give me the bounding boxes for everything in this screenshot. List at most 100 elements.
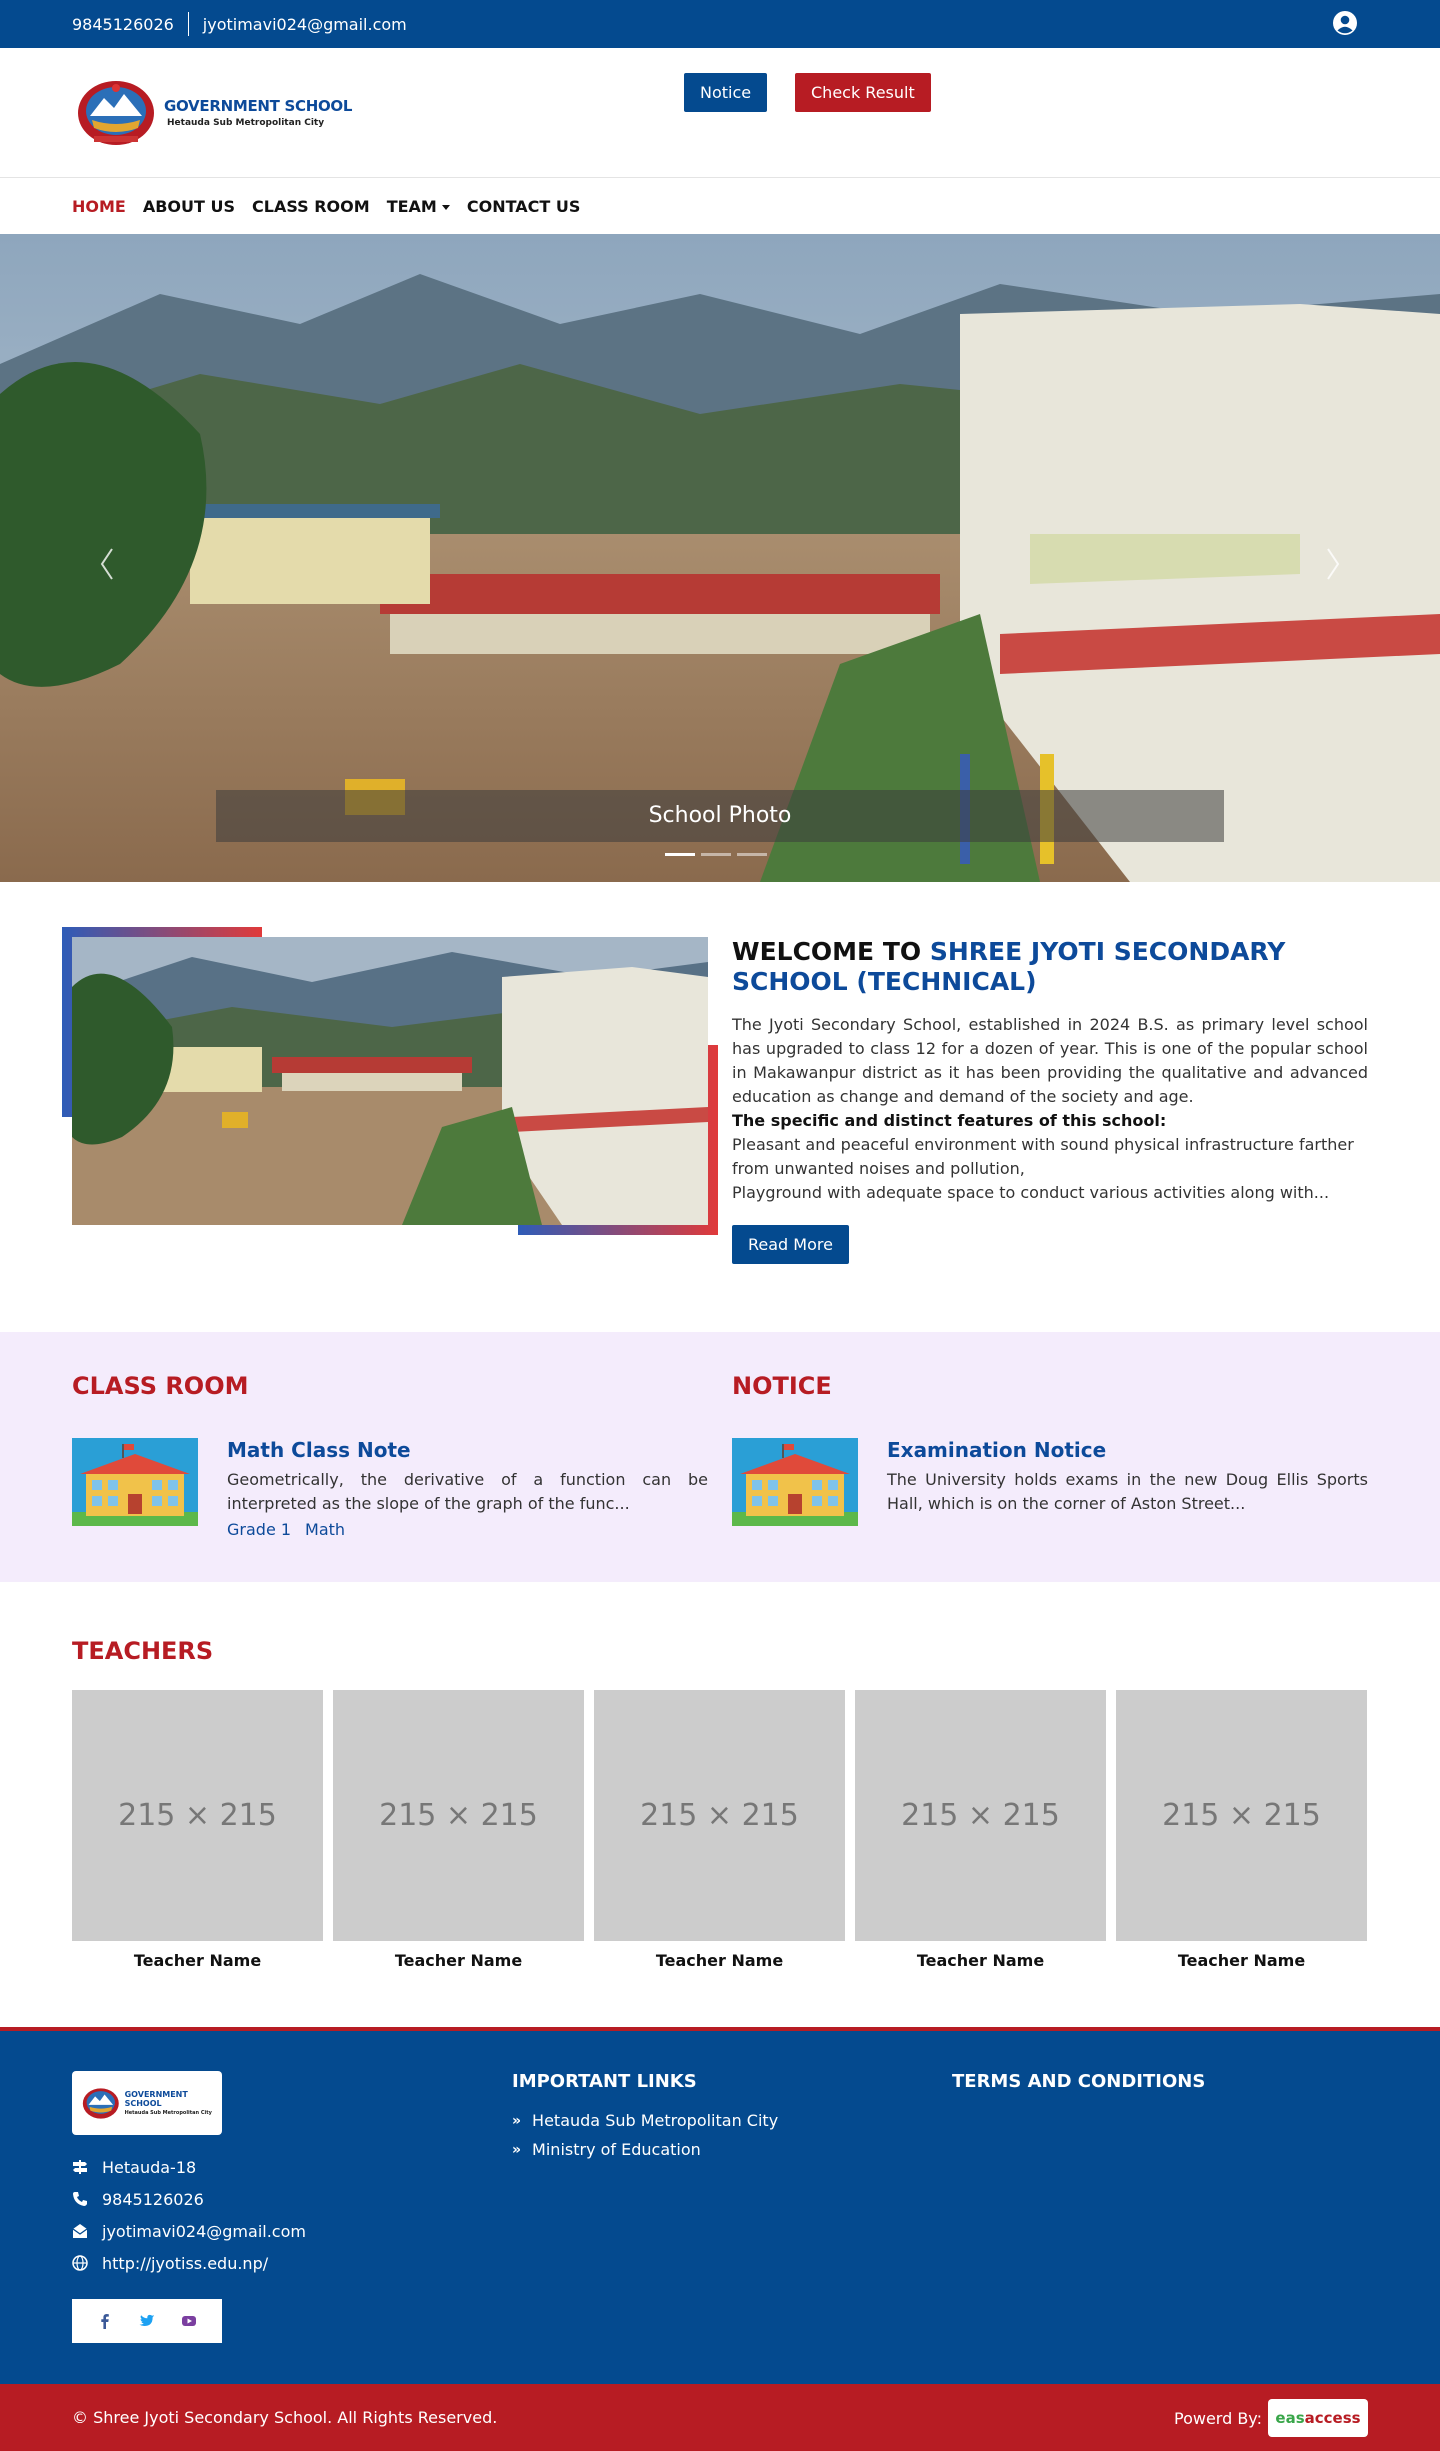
top-email[interactable]: jyotimavi024@gmail.com bbox=[203, 15, 407, 34]
top-phone[interactable]: 9845126026 bbox=[72, 15, 174, 34]
phone-row: 9845126026 bbox=[72, 2183, 306, 2215]
teacher-name: Teacher Name bbox=[133, 1951, 262, 1970]
notice-column: NOTICE Examination Notice The University… bbox=[732, 1372, 1368, 1526]
welcome-heading: WELCOME TO SHREE JYOTI SECONDARY SCHOOL … bbox=[732, 937, 1368, 997]
social-links bbox=[72, 2299, 222, 2343]
contact-info: Hetauda-18 9845126026 jyotimavi024@gmail… bbox=[72, 2151, 306, 2279]
carousel-prev-icon[interactable] bbox=[92, 539, 122, 589]
feature-item: Playground with adequate space to conduc… bbox=[732, 1183, 1330, 1202]
double-chevron-icon: » bbox=[512, 2141, 521, 2158]
welcome-section: WELCOME TO SHREE JYOTI SECONDARY SCHOOL … bbox=[0, 882, 1440, 1332]
welcome-intro: The Jyoti Secondary School, established … bbox=[732, 1015, 1368, 1106]
classroom-item-title[interactable]: Math Class Note bbox=[227, 1438, 708, 1462]
phone-text[interactable]: 9845126026 bbox=[102, 2190, 204, 2209]
facebook-icon[interactable] bbox=[97, 2313, 113, 2329]
teachers-row: 215 × 215 Teacher Name 215 × 215 Teacher… bbox=[72, 1690, 1367, 1970]
teacher-photo-placeholder: 215 × 215 bbox=[855, 1690, 1106, 1941]
important-links: IMPORTANT LINKS » Hetauda Sub Metropolita… bbox=[512, 2071, 778, 2164]
teacher-name: Teacher Name bbox=[1177, 1951, 1306, 1970]
nav-contact[interactable]: CONTACT US bbox=[467, 197, 581, 216]
nav-team-label: TEAM bbox=[386, 196, 437, 216]
copyright-text: © Shree Jyoti Secondary School. All Righ… bbox=[72, 2408, 498, 2427]
list-item[interactable]: Math Class Note Geometrically, the deriv… bbox=[72, 1438, 708, 1539]
teacher-photo-placeholder: 215 × 215 bbox=[1116, 1690, 1367, 1941]
notice-button[interactable]: Notice bbox=[684, 73, 768, 112]
subject-tag[interactable]: Math bbox=[305, 1520, 345, 1539]
teacher-card[interactable]: 215 × 215 Teacher Name bbox=[1116, 1690, 1367, 1970]
footer-link[interactable]: » Hetauda Sub Metropolitan City bbox=[512, 2106, 778, 2135]
address-row: Hetauda-18 bbox=[72, 2151, 306, 2183]
website-text[interactable]: http://jyotiss.edu.np/ bbox=[102, 2254, 268, 2273]
footer-logo-subtitle: Hetauda Sub Metropolitan City bbox=[124, 2110, 212, 2116]
teacher-card[interactable]: 215 × 215 Teacher Name bbox=[333, 1690, 584, 1970]
carousel-indicators bbox=[665, 853, 767, 856]
important-links-heading: IMPORTANT LINKS bbox=[512, 2071, 697, 2092]
nav-team[interactable]: TEAM bbox=[387, 197, 450, 216]
envelope-open-icon bbox=[72, 2224, 88, 2238]
signpost-icon bbox=[73, 2160, 87, 2174]
teacher-card[interactable]: 215 × 215 Teacher Name bbox=[855, 1690, 1106, 1970]
nav-classroom[interactable]: CLASS ROOM bbox=[252, 197, 370, 216]
carousel-next-icon[interactable] bbox=[1318, 539, 1348, 589]
site-logo[interactable]: GOVERNMENT SCHOOL Hetauda Sub Metropolit… bbox=[72, 76, 352, 148]
nepal-emblem-icon bbox=[82, 2088, 119, 2119]
globe-icon bbox=[72, 2255, 88, 2271]
classroom-tags: Grade 1 Math bbox=[227, 1520, 708, 1539]
powered-by: Powerd By: eas access bbox=[1174, 2399, 1368, 2437]
nav-about[interactable]: ABOUT US bbox=[143, 197, 235, 216]
footer-link-label: Ministry of Education bbox=[532, 2140, 701, 2159]
notice-item-title[interactable]: Examination Notice bbox=[887, 1438, 1368, 1462]
grade-tag[interactable]: Grade 1 bbox=[227, 1520, 291, 1539]
easaccess-logo[interactable]: eas access bbox=[1268, 2399, 1368, 2437]
powered-by-label: Powerd By: bbox=[1173, 2408, 1262, 2428]
user-circle-icon[interactable] bbox=[1332, 10, 1358, 36]
copyright-bar: © Shree Jyoti Secondary School. All Righ… bbox=[0, 2384, 1440, 2451]
school-building-icon bbox=[732, 1438, 858, 1526]
terms-heading[interactable]: TERMS AND CONDITIONS bbox=[952, 2071, 1205, 2092]
carousel-indicator[interactable] bbox=[701, 853, 731, 856]
top-bar: 9845126026 jyotimavi024@gmail.com bbox=[0, 0, 1440, 48]
carousel-indicator[interactable] bbox=[737, 853, 767, 856]
classroom-item-text: Geometrically, the derivative of a funct… bbox=[227, 1470, 708, 1513]
welcome-heading-prefix: WELCOME TO bbox=[732, 937, 930, 966]
school-building-icon bbox=[72, 1438, 198, 1526]
teacher-card[interactable]: 215 × 215 Teacher Name bbox=[594, 1690, 845, 1970]
teachers-section: TEACHERS 215 × 215 Teacher Name 215 × 21… bbox=[0, 1582, 1440, 2027]
teacher-name: Teacher Name bbox=[655, 1951, 784, 1970]
notice-heading: NOTICE bbox=[732, 1372, 832, 1400]
welcome-text: WELCOME TO SHREE JYOTI SECONDARY SCHOOL … bbox=[732, 937, 1368, 1264]
twitter-icon[interactable] bbox=[139, 2313, 155, 2329]
terms-column: TERMS AND CONDITIONS bbox=[952, 2071, 1205, 2092]
list-item[interactable]: Examination Notice The University holds … bbox=[732, 1438, 1368, 1526]
teacher-photo-placeholder: 215 × 215 bbox=[594, 1690, 845, 1941]
site-footer: GOVERNMENT SCHOOL Hetauda Sub Metropolit… bbox=[0, 2027, 1440, 2384]
check-result-button[interactable]: Check Result bbox=[795, 73, 931, 112]
classroom-notice-band: CLASS ROOM Math Class Note Geometrically… bbox=[0, 1332, 1440, 1582]
email-text[interactable]: jyotimavi024@gmail.com bbox=[102, 2222, 306, 2241]
phone-icon bbox=[73, 2192, 87, 2206]
classroom-column: CLASS ROOM Math Class Note Geometrically… bbox=[72, 1372, 708, 1539]
teacher-card[interactable]: 215 × 215 Teacher Name bbox=[72, 1690, 323, 1970]
features-heading: The specific and distinct features of th… bbox=[732, 1111, 1167, 1130]
classroom-heading: CLASS ROOM bbox=[72, 1372, 249, 1400]
teacher-photo-placeholder: 215 × 215 bbox=[72, 1690, 323, 1941]
welcome-photo bbox=[72, 937, 708, 1225]
site-header: GOVERNMENT SCHOOL Hetauda Sub Metropolit… bbox=[0, 48, 1440, 178]
logo-subtitle: Hetauda Sub Metropolitan City bbox=[167, 117, 325, 128]
email-row: jyotimavi024@gmail.com bbox=[72, 2215, 306, 2247]
footer-logo[interactable]: GOVERNMENT SCHOOL Hetauda Sub Metropolit… bbox=[72, 2071, 222, 2135]
caret-down-icon bbox=[441, 204, 450, 210]
welcome-image-frame bbox=[62, 927, 718, 1235]
nepal-emblem-icon bbox=[78, 81, 154, 145]
youtube-icon[interactable] bbox=[181, 2313, 197, 2329]
read-more-button[interactable]: Read More bbox=[732, 1225, 849, 1264]
teachers-heading: TEACHERS bbox=[72, 1637, 214, 1665]
notice-item-text: The University holds exams in the new Do… bbox=[887, 1470, 1368, 1513]
footer-logo-title: GOVERNMENT SCHOOL bbox=[124, 2090, 188, 2108]
address-text: Hetauda-18 bbox=[102, 2157, 197, 2177]
brand-part-b: access bbox=[1304, 2409, 1361, 2427]
footer-link[interactable]: » Ministry of Education bbox=[512, 2135, 778, 2164]
brand-part-a: eas bbox=[1275, 2409, 1305, 2427]
nav-home[interactable]: HOME bbox=[72, 197, 126, 216]
carousel-indicator[interactable] bbox=[665, 853, 695, 856]
